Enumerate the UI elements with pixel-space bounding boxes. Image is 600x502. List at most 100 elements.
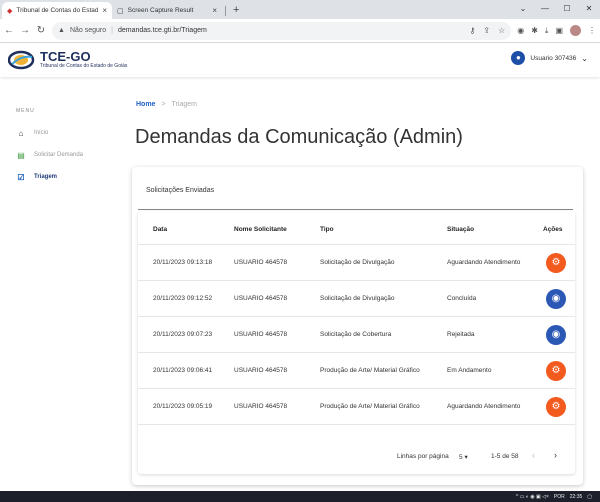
notification-icon[interactable]: ▢ — [587, 494, 592, 500]
warning-icon: ▲ — [58, 27, 65, 34]
chevron-down-icon: ⌄ — [581, 53, 588, 63]
reload-icon[interactable]: ↻ — [36, 25, 46, 36]
gear-icon[interactable]: ⚙ — [546, 361, 566, 381]
cell-tipo: Solicitação de Cobertura — [320, 331, 392, 338]
sidebar-item-label: Início — [34, 130, 49, 136]
cell-data: 20/11/2023 09:05:19 — [153, 403, 213, 410]
forward-icon[interactable]: → — [20, 25, 30, 36]
cell-tipo: Solicitação de Divulgação — [320, 295, 395, 302]
table-row: 20/11/2023 09:12:52 USUARIO 464578 Solic… — [138, 281, 575, 317]
menu-heading: MENU — [16, 108, 35, 114]
eye-icon[interactable]: ◉ — [546, 289, 566, 309]
gear-icon[interactable]: ⚙ — [546, 397, 566, 417]
cell-situacao: Aguardando Atendimento — [447, 403, 521, 410]
cell-situacao: Concluída — [447, 295, 477, 302]
cell-situacao: Aguardando Atendimento — [447, 259, 521, 266]
sidebar-item-solicitar-demanda[interactable]: ▤ Solicitar Demanda — [16, 150, 116, 160]
sidebar-item-label: Solicitar Demanda — [34, 152, 84, 158]
app-header: TCE-GO Tribunal de Contas do Estado de G… — [0, 43, 600, 77]
requests-table: Data Nome Solicitante Tipo Situação Açõe… — [138, 211, 575, 474]
logo[interactable]: TCE-GO Tribunal de Contas do Estado de G… — [8, 49, 127, 71]
address-bar[interactable]: ▲ Não seguro | demandas.tce.gti.br/Triag… — [52, 21, 512, 40]
table-row: 20/11/2023 09:13:18 USUARIO 464578 Solic… — [138, 245, 575, 281]
input-language[interactable]: POR — [554, 494, 565, 500]
star-icon[interactable]: ☆ — [498, 26, 505, 35]
column-header-tipo: Tipo — [320, 226, 334, 233]
card-divider — [138, 209, 573, 210]
user-menu[interactable]: ● Usuario 307436 ⌄ — [511, 51, 588, 65]
sidebar-item-inicio[interactable]: ⌂ Início — [16, 128, 116, 138]
chevron-left-icon[interactable]: ‹ — [532, 450, 535, 460]
toolbar-icons: ◉ ✱ ⤓ ▣ ⋮ — [517, 25, 596, 36]
browser-tab[interactable]: ▢ Screen Capture Result × — [112, 2, 222, 19]
address-bar-row: ← → ↻ ▲ Não seguro | demandas.tce.gti.br… — [0, 19, 600, 43]
rows-per-page-select[interactable]: 5 ▾ — [459, 453, 468, 461]
camera-icon[interactable]: ◉ — [517, 26, 524, 35]
cell-nome: USUARIO 464578 — [234, 331, 288, 338]
tab-title: Screen Capture Result — [127, 7, 194, 14]
url-divider: | — [111, 27, 113, 34]
column-header-nome: Nome Solicitante — [234, 226, 287, 233]
table-row: 20/11/2023 09:07:23 USUARIO 464578 Solic… — [138, 317, 575, 353]
download-icon[interactable]: ⤓ — [545, 26, 549, 36]
key-icon[interactable]: ⚷ — [469, 26, 475, 35]
logo-title: TCE-GO — [40, 49, 91, 64]
rows-per-page-label: Linhas por página — [397, 453, 449, 460]
minimize-icon[interactable]: — — [534, 0, 556, 19]
os-taskbar: ^ ▭ ◐ ◉ ▣ ◁× POR 22:35 ▢ — [0, 491, 600, 502]
cell-tipo: Produção de Arte/ Material Gráfico — [320, 403, 420, 410]
close-window-icon[interactable]: ✕ — [578, 0, 600, 19]
eye-icon[interactable]: ◉ — [546, 325, 566, 345]
share-icon[interactable]: ⇪ — [483, 26, 490, 35]
chevron-right-icon[interactable]: › — [554, 450, 557, 460]
cell-data: 20/11/2023 09:12:52 — [153, 295, 213, 302]
window-controls: ⌄ — ☐ ✕ — [512, 0, 600, 19]
tab-divider — [225, 6, 226, 16]
card-title: Solicitações Enviadas — [146, 187, 215, 194]
column-header-acoes: Ações — [543, 226, 563, 233]
sidebar-item-triagem[interactable]: ☑ Triagem — [16, 172, 116, 182]
cell-data: 20/11/2023 09:13:18 — [153, 259, 213, 266]
profile-avatar[interactable] — [570, 25, 581, 36]
logo-subtitle: Tribunal de Contas do Estado de Goiás — [40, 63, 128, 69]
close-icon[interactable]: × — [102, 6, 107, 15]
cell-situacao: Rejeitada — [447, 331, 475, 338]
breadcrumb-home[interactable]: Home — [136, 101, 155, 108]
browser-tab-bar: ◆ Tribunal de Contas do Estado de × ▢ Sc… — [0, 0, 600, 19]
cell-data: 20/11/2023 09:06:41 — [153, 367, 213, 374]
new-tab-icon[interactable]: + — [233, 4, 239, 16]
caret-down-icon: ▾ — [464, 454, 468, 461]
sidebar: MENU ⌂ Início ▤ Solicitar Demanda ☑ Tria… — [16, 108, 116, 194]
tray-icons[interactable]: ^ ▭ ◐ ◉ ▣ ◁× — [516, 494, 549, 500]
security-label: Não seguro — [69, 27, 107, 34]
checkbox-icon: ☑ — [17, 172, 25, 182]
tab-title: Tribunal de Contas do Estado de — [16, 7, 99, 14]
table-row: 20/11/2023 09:05:19 USUARIO 464578 Produ… — [138, 389, 575, 425]
home-icon: ⌂ — [18, 128, 24, 138]
browser-tab[interactable]: ◆ Tribunal de Contas do Estado de × — [2, 2, 112, 19]
cell-data: 20/11/2023 09:07:23 — [153, 331, 213, 338]
breadcrumb-current: Triagem — [171, 101, 197, 108]
gear-icon[interactable]: ⚙ — [546, 253, 566, 273]
user-name: Usuario 307436 — [530, 54, 577, 62]
cell-nome: USUARIO 464578 — [234, 259, 288, 266]
close-icon[interactable]: × — [212, 6, 217, 15]
back-icon[interactable]: ← — [4, 25, 14, 36]
sidepanel-icon[interactable]: ▣ — [555, 26, 563, 35]
cell-nome: USUARIO 464578 — [234, 403, 288, 410]
tce-logo-icon — [8, 50, 35, 70]
user-icon: ● — [511, 51, 526, 65]
column-header-data: Data — [153, 226, 168, 233]
more-icon[interactable]: ⋮ — [588, 26, 596, 35]
rows-per-page-value: 5 — [459, 454, 463, 461]
cell-nome: USUARIO 464578 — [234, 295, 288, 302]
maximize-icon[interactable]: ☐ — [556, 0, 578, 19]
extensions-icon[interactable]: ✱ — [531, 26, 538, 35]
cell-nome: USUARIO 464578 — [234, 367, 288, 374]
chevron-down-icon[interactable]: ⌄ — [512, 0, 534, 19]
tab-favicon-icon: ▢ — [117, 7, 124, 15]
clock[interactable]: 22:35 — [570, 494, 583, 500]
page-range: 1-5 de 58 — [491, 453, 519, 460]
url-text: demandas.tce.gti.br/Triagem — [117, 27, 207, 34]
tab-favicon-icon: ◆ — [7, 7, 13, 15]
